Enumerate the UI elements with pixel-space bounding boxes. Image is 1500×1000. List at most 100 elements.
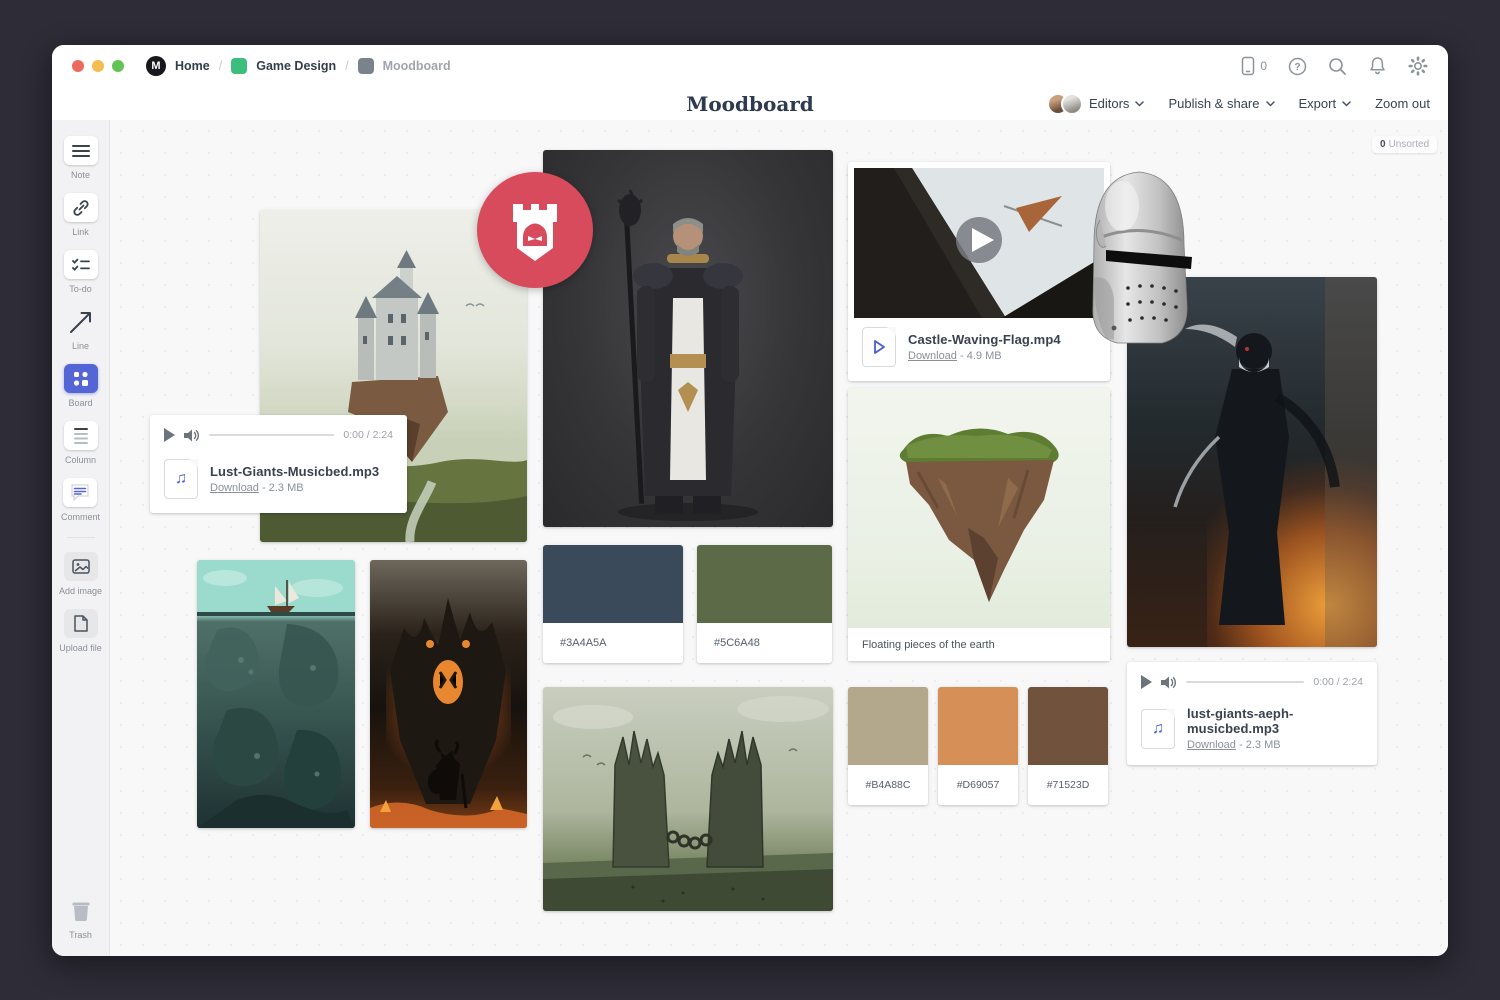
sea-monster-artwork-image bbox=[197, 560, 355, 828]
fire-demon-image-card[interactable] bbox=[370, 560, 527, 828]
floating-island-image bbox=[848, 388, 1110, 628]
color-swatch-card[interactable]: #5C6A48 bbox=[697, 545, 832, 663]
download-link[interactable]: Download bbox=[210, 482, 259, 494]
tool-label: Board bbox=[68, 398, 92, 408]
unsorted-badge[interactable]: 0Unsorted bbox=[1372, 136, 1437, 153]
audio-filesize: 2.3 MB bbox=[1246, 739, 1281, 751]
editors-menu[interactable]: Editors bbox=[1047, 93, 1144, 115]
play-button[interactable] bbox=[164, 428, 175, 442]
tool-label: Comment bbox=[61, 512, 100, 522]
export-menu[interactable]: Export bbox=[1299, 96, 1352, 111]
audio-filename: lust-giants-aeph-musicbed.mp3 bbox=[1187, 706, 1363, 736]
island-caption[interactable]: Floating pieces of the earth bbox=[848, 628, 1110, 661]
tool-label: To-do bbox=[69, 284, 92, 294]
maximize-window-button[interactable] bbox=[112, 60, 124, 72]
window-controls bbox=[72, 60, 124, 72]
app-logo-icon[interactable]: M bbox=[146, 56, 166, 76]
title-bar: Moodboard Editors Publish & share Export… bbox=[52, 87, 1448, 120]
tool-add-image[interactable]: Add image bbox=[59, 552, 102, 596]
todo-icon bbox=[72, 258, 90, 272]
minimize-window-button[interactable] bbox=[92, 60, 104, 72]
trash-icon bbox=[69, 899, 93, 923]
color-block bbox=[848, 687, 928, 765]
breadcrumb-separator: / bbox=[345, 59, 348, 73]
play-button[interactable] bbox=[1141, 675, 1152, 689]
tool-board[interactable]: Board bbox=[64, 364, 98, 408]
board-gray-icon bbox=[358, 58, 374, 74]
search-button[interactable] bbox=[1328, 57, 1347, 76]
volume-icon[interactable] bbox=[184, 429, 200, 442]
tool-column[interactable]: Column bbox=[64, 421, 98, 465]
tool-label: Column bbox=[65, 455, 96, 465]
tool-label: Upload file bbox=[59, 643, 102, 653]
tool-link[interactable]: Link bbox=[64, 193, 98, 237]
publish-share-label: Publish & share bbox=[1168, 96, 1259, 111]
add-image-icon bbox=[72, 559, 90, 574]
game-logo[interactable] bbox=[477, 172, 593, 288]
close-window-button[interactable] bbox=[72, 60, 84, 72]
zoom-out-label: Zoom out bbox=[1375, 96, 1430, 111]
breadcrumb-separator: / bbox=[219, 59, 222, 73]
sidebar-divider bbox=[67, 537, 95, 538]
app-window: M Home / Game Design / Moodboard 0 ? bbox=[52, 45, 1448, 956]
audio-progress-bar[interactable] bbox=[1186, 681, 1304, 683]
tool-note[interactable]: Note bbox=[64, 136, 98, 180]
color-hex-label: #71523D bbox=[1028, 765, 1108, 805]
tool-label: Line bbox=[72, 341, 89, 351]
board-canvas[interactable]: 0Unsorted bbox=[110, 120, 1448, 956]
publish-share-menu[interactable]: Publish & share bbox=[1168, 96, 1274, 111]
zoom-out-button[interactable]: Zoom out bbox=[1375, 96, 1430, 111]
breadcrumb-current: Moodboard bbox=[383, 59, 451, 73]
unsorted-label: Unsorted bbox=[1389, 139, 1430, 150]
tool-label: Add image bbox=[59, 586, 102, 596]
tool-comment[interactable]: Comment bbox=[61, 478, 100, 522]
tool-todo[interactable]: To-do bbox=[64, 250, 98, 294]
meta-separator: - bbox=[1239, 739, 1243, 751]
color-block bbox=[543, 545, 683, 623]
export-label: Export bbox=[1299, 96, 1337, 111]
castle-crest-icon bbox=[477, 172, 593, 288]
giant-hands-image-card[interactable] bbox=[543, 687, 833, 911]
audio-card-left[interactable]: 0:00 / 2:24 ♫ Lust-Giants-Musicbed.mp3 D… bbox=[150, 415, 407, 513]
breadcrumb-home[interactable]: Home bbox=[175, 59, 210, 73]
volume-icon[interactable] bbox=[1161, 676, 1177, 689]
color-hex-label: #5C6A48 bbox=[697, 623, 832, 663]
settings-button[interactable] bbox=[1408, 56, 1428, 76]
color-swatch-card[interactable]: #71523D bbox=[1028, 687, 1108, 805]
breadcrumb: M Home / Game Design / Moodboard bbox=[146, 56, 451, 76]
download-link[interactable]: Download bbox=[1187, 739, 1236, 751]
chevron-down-icon bbox=[1342, 101, 1351, 107]
island-image-card[interactable]: Floating pieces of the earth bbox=[848, 388, 1110, 661]
notifications-button[interactable] bbox=[1368, 56, 1387, 76]
top-bar: M Home / Game Design / Moodboard 0 ? bbox=[52, 45, 1448, 87]
note-icon bbox=[72, 144, 90, 158]
color-block bbox=[938, 687, 1018, 765]
breadcrumb-project[interactable]: Game Design bbox=[256, 59, 336, 73]
tool-trash[interactable]: Trash bbox=[64, 896, 98, 940]
video-filesize: 4.9 MB bbox=[967, 350, 1002, 362]
search-icon bbox=[1328, 57, 1347, 76]
color-swatch-card[interactable]: #3A4A5A bbox=[543, 545, 683, 663]
editor-avatars bbox=[1047, 93, 1083, 115]
tool-upload-file[interactable]: Upload file bbox=[59, 609, 102, 653]
fire-demon-artwork-image bbox=[370, 560, 527, 828]
tool-line[interactable]: Line bbox=[64, 307, 98, 351]
avatar bbox=[1061, 93, 1083, 115]
board-icon bbox=[73, 371, 89, 387]
chevron-down-icon bbox=[1266, 101, 1275, 107]
helmet-cutout-image[interactable] bbox=[1070, 158, 1208, 350]
video-thumbnail[interactable] bbox=[854, 168, 1104, 318]
mobile-device-button[interactable]: 0 bbox=[1240, 56, 1267, 76]
sea-monster-image-card[interactable] bbox=[197, 560, 355, 828]
audio-file-icon: ♫ bbox=[1141, 709, 1175, 749]
download-link[interactable]: Download bbox=[908, 350, 957, 362]
tool-label: Link bbox=[72, 227, 89, 237]
help-button[interactable]: ? bbox=[1288, 57, 1307, 76]
color-swatch-card[interactable]: #D69057 bbox=[938, 687, 1018, 805]
giant-hands-artwork-image bbox=[543, 687, 833, 911]
audio-progress-bar[interactable] bbox=[209, 434, 334, 436]
audio-card-right[interactable]: 0:00 / 2:24 ♫ lust-giants-aeph-musicbed.… bbox=[1127, 662, 1377, 765]
link-icon bbox=[73, 200, 89, 216]
color-swatch-card[interactable]: #B4A88C bbox=[848, 687, 928, 805]
audio-filename: Lust-Giants-Musicbed.mp3 bbox=[210, 464, 379, 479]
